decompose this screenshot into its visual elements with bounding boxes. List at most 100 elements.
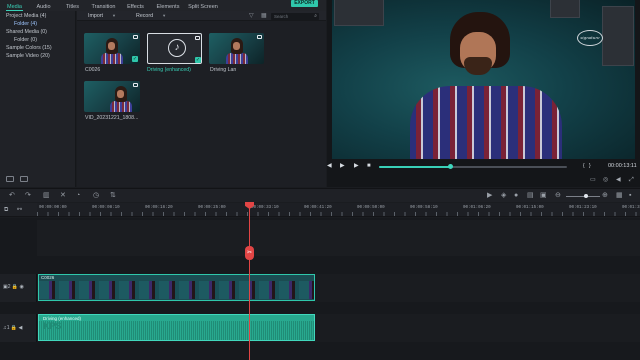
mixer-icon[interactable]: ▤: [527, 192, 534, 200]
play-icon[interactable]: ▶: [354, 163, 359, 170]
volume-icon[interactable]: ◀: [616, 177, 621, 183]
tab-elements[interactable]: Elements: [151, 3, 185, 11]
search-input[interactable]: Search ⌕: [271, 13, 319, 20]
ruler-tick-label: 00:01:31:2: [622, 206, 640, 210]
media-item-name: VID_20231221_1808...: [85, 115, 139, 121]
video-badge-icon: [133, 83, 138, 87]
cut-icon[interactable]: ✕: [60, 192, 66, 200]
ruler-tick-label: 00:00:25:00: [198, 206, 226, 210]
chevron-down-icon: ▼: [162, 13, 167, 18]
fit-icon[interactable]: ▦: [616, 192, 623, 200]
person-shirt: [410, 86, 562, 159]
export-button[interactable]: EXPORT: [291, 0, 318, 7]
timer-icon[interactable]: ◷: [93, 192, 99, 200]
ruler-tick-label: 00:00:50:00: [357, 206, 385, 210]
music-note-icon: ♪: [168, 39, 186, 57]
playhead[interactable]: [249, 203, 250, 360]
folder-sample-colors[interactable]: Sample Colors (15): [6, 45, 52, 51]
media-item-name: Driving (enhanced): [147, 67, 191, 73]
grid-view-icon[interactable]: ▦: [261, 13, 267, 19]
video-track-header: ▣2 🔒 ◉: [0, 274, 37, 302]
person-beard: [464, 57, 492, 75]
marker-icon[interactable]: ◈: [501, 192, 506, 200]
ruler-tick-label: 00:01:23:10: [569, 206, 597, 210]
redo-icon[interactable]: ↷: [25, 192, 31, 200]
delete-icon[interactable]: ▥: [43, 192, 50, 200]
tab-transition[interactable]: Transition: [87, 3, 120, 11]
undo-icon[interactable]: ↶: [9, 192, 15, 200]
audio-settings-icon[interactable]: ⇅: [110, 192, 116, 200]
media-item-driving-enhanced[interactable]: ♪ ✓: [147, 33, 202, 64]
preview-video[interactable]: signature: [332, 0, 635, 159]
video-clip-frames: [39, 281, 314, 299]
fullscreen-icon[interactable]: ⤢: [629, 177, 634, 183]
wall-poster: [550, 0, 580, 18]
audio-track-number: 1: [6, 325, 10, 331]
zoom-in-icon[interactable]: ⊕: [602, 192, 608, 200]
timeline-toolbar: ↶ ↷ ▥ ✕ ◔ ◷ ⇅ ▶ ◈ ● ▤ ▣ ⊖ ⊕ ▦ ▪: [0, 188, 640, 202]
tab-titles[interactable]: Titles: [58, 3, 87, 11]
audio-clip[interactable]: KPS Driving (enhanced): [38, 314, 315, 341]
folder-icon[interactable]: [20, 176, 28, 182]
top-tab-bar: Media Audio Titles Transition Effects El…: [0, 0, 326, 11]
split-scissors-icon[interactable]: ✂: [245, 246, 254, 260]
timeline-ruler[interactable]: 00:00:00:00 00:00:08:10 00:00:16:20 00:00:2…: [37, 203, 640, 217]
media-item-vid[interactable]: [84, 81, 140, 112]
empty-track-lane[interactable]: [37, 220, 640, 256]
tab-media[interactable]: Media: [0, 3, 29, 11]
link-icon[interactable]: ⚯: [17, 207, 22, 213]
folder-shared-folder[interactable]: Folder (0): [14, 37, 37, 43]
ruler-tick-label: 00:00:58:10: [410, 206, 438, 210]
snapshot-icon[interactable]: ◎: [603, 177, 608, 183]
import-dropdown[interactable]: Import ▼: [88, 12, 116, 20]
zoom-slider[interactable]: [566, 194, 600, 198]
stop-icon[interactable]: ■: [367, 163, 371, 170]
audio-track-controls[interactable]: ♫1 🔒 ◀: [3, 325, 22, 331]
speed-icon[interactable]: ◔: [76, 192, 80, 200]
audio-clip-watermark: KPS: [43, 321, 62, 331]
microphone-icon[interactable]: ●: [514, 192, 518, 200]
add-track-icon[interactable]: ⧉: [4, 207, 8, 213]
ruler-ticks: [37, 212, 640, 216]
step-back-icon[interactable]: ◀: [327, 163, 332, 170]
folder-shared-media[interactable]: Shared Media (0): [6, 29, 47, 35]
play-back-icon[interactable]: ▶: [340, 163, 345, 170]
video-badge-icon: [133, 35, 138, 39]
playback-controls: ◀ ▶ ▶ ■ { } 00:00:13:11: [327, 161, 640, 172]
tab-effects[interactable]: Effects: [120, 3, 151, 11]
bracket-out-icon[interactable]: }: [589, 163, 591, 170]
video-track-controls[interactable]: ▣2 🔒 ◉: [3, 284, 24, 290]
video-clip[interactable]: C0026: [38, 274, 315, 301]
chevron-down-icon: ▼: [112, 13, 116, 18]
monitor-icon[interactable]: ▭: [590, 177, 596, 183]
media-item-driving-lan[interactable]: [209, 33, 264, 64]
audio-waveform: [39, 321, 314, 340]
snapshot-icon[interactable]: ▣: [540, 192, 547, 200]
more-icon[interactable]: ▪: [629, 192, 631, 200]
folder-project-folder[interactable]: Folder (4): [14, 21, 37, 27]
video-badge-icon: [257, 35, 262, 39]
record-dropdown[interactable]: Record ▼: [136, 12, 166, 20]
bracket-in-icon[interactable]: {: [583, 163, 585, 170]
render-icon[interactable]: ▶: [487, 192, 492, 200]
added-check-icon: ✓: [132, 56, 138, 62]
folder-sample-video[interactable]: Sample Video (20): [6, 53, 50, 59]
tab-audio[interactable]: Audio: [29, 3, 58, 11]
wall-poster: [334, 0, 384, 26]
media-item-name: C0026: [85, 67, 101, 73]
preview-progress[interactable]: [379, 164, 567, 169]
record-label: Record: [136, 13, 154, 19]
media-item-c0026[interactable]: ✓: [84, 33, 140, 64]
ruler-tick-label: 00:00:16:20: [145, 206, 173, 210]
progress-fill: [379, 166, 451, 168]
progress-knob[interactable]: [448, 164, 454, 169]
folder-project-media[interactable]: Project Media (4): [6, 13, 46, 19]
wall-poster: [602, 6, 634, 66]
zoom-out-icon[interactable]: ⊖: [555, 192, 561, 200]
thumb-person-shirt: [226, 53, 248, 64]
filter-icon[interactable]: ▽: [249, 13, 254, 19]
search-placeholder: Search: [274, 14, 289, 19]
new-folder-icon[interactable]: [6, 176, 14, 182]
tab-split-screen[interactable]: Split Screen: [185, 3, 221, 11]
zoom-knob[interactable]: [584, 194, 589, 198]
